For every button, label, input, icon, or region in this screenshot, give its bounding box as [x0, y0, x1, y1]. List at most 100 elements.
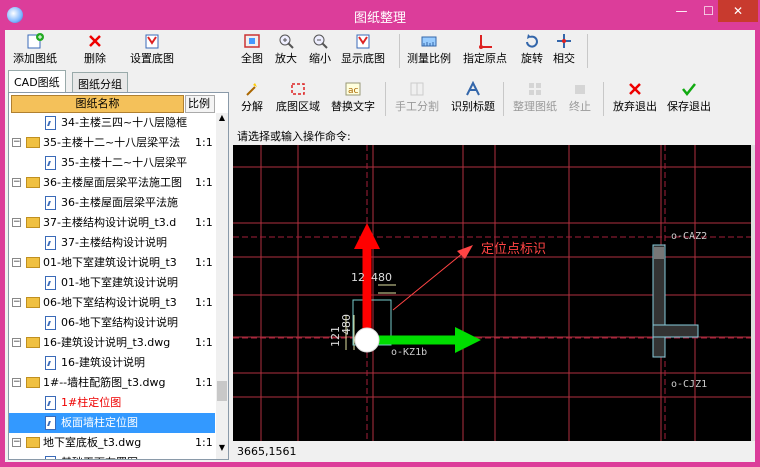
zoom-out-button[interactable]: 缩小 — [305, 30, 335, 70]
tree-item-label: 板面墙柱定位图 — [61, 416, 138, 429]
add-drawing-button[interactable]: 添加图纸 — [7, 30, 63, 70]
tree-folder-row[interactable]: − 35-主楼十二~十八层梁平法 1:1 — [9, 133, 215, 153]
tree-file-row[interactable]: 35-主楼十二~十八层梁平 — [9, 153, 215, 173]
cad-drawing[interactable]: 定位点标识 12 480 121 480 o-KZ1b o-CAZ2 o-CJZ… — [233, 145, 751, 441]
scroll-thumb[interactable] — [217, 381, 227, 401]
zoom-out-label: 缩小 — [309, 52, 331, 65]
tree-file-row[interactable]: 34-主楼三四~十八层隐框 — [9, 113, 215, 133]
collapse-toggle-icon[interactable]: − — [12, 258, 21, 267]
stop-button[interactable]: 终止 — [565, 78, 595, 118]
explode-button[interactable]: 分解 — [237, 78, 267, 118]
application-window: 图纸整理 — ☐ ✕ 添加图纸 删除 设置底图 CAD图纸 图纸分组 图纸名称 … — [0, 0, 760, 467]
tree-file-row[interactable]: 板面墙柱定位图 — [9, 413, 215, 433]
drawing-file-icon — [45, 156, 56, 170]
tree-item-scale: 1:1 — [195, 296, 213, 309]
stop-label: 终止 — [569, 100, 591, 113]
column-caz2-foot — [652, 324, 699, 338]
tree-item-label: 06-地下室结构设计说明_t3 — [43, 296, 177, 309]
view-toolbar: 全图 放大 缩小 显示底图 测量比例 指定原点 旋转 相交 — [233, 30, 755, 70]
folder-icon — [26, 177, 40, 188]
folder-icon — [26, 337, 40, 348]
base-region-button[interactable]: 底图区域 — [271, 78, 325, 118]
discard-exit-button[interactable]: 放弃退出 — [609, 78, 661, 118]
coordinate-readout: 3665,1561 — [237, 445, 297, 458]
organize-drawings-label: 整理图纸 — [513, 100, 557, 113]
drawing-file-icon — [45, 196, 56, 210]
collapse-toggle-icon[interactable]: − — [12, 378, 21, 387]
tree-scrollbar[interactable]: ▲ ▼ — [216, 113, 228, 459]
canvas-scrollbar[interactable] — [751, 145, 755, 441]
tree-item-label: 16-建筑设计说明_t3.dwg — [43, 336, 171, 349]
column-label-cjz1: o-CJZ1 — [671, 379, 707, 390]
collapse-toggle-icon[interactable]: − — [12, 218, 21, 227]
drawing-file-icon — [45, 456, 56, 459]
delete-button[interactable]: 删除 — [75, 30, 115, 70]
tree-file-row[interactable]: 37-主楼结构设计说明 — [9, 233, 215, 253]
tree-folder-row[interactable]: − 16-建筑设计说明_t3.dwg 1:1 — [9, 333, 215, 353]
collapse-toggle-icon[interactable]: − — [12, 298, 21, 307]
tree-file-row[interactable]: 基础平面布置图 — [9, 453, 215, 459]
measure-scale-button[interactable]: 测量比例 — [403, 30, 455, 70]
dim-top-b: 480 — [371, 271, 392, 284]
full-view-button[interactable]: 全图 — [237, 30, 267, 70]
title-bar[interactable]: 图纸整理 — ☐ ✕ — [0, 0, 760, 30]
tree-file-row[interactable]: 36-主楼屋面层梁平法施 — [9, 193, 215, 213]
locator-label: 定位点标识 — [481, 242, 546, 257]
rotate-icon — [523, 33, 541, 49]
collapse-toggle-icon[interactable]: − — [12, 438, 21, 447]
cad-canvas[interactable]: 定位点标识 12 480 121 480 o-KZ1b o-CAZ2 o-CJZ… — [233, 145, 751, 441]
manual-split-button[interactable]: 手工分割 — [391, 78, 443, 118]
zoom-in-button[interactable]: 放大 — [271, 30, 301, 70]
add-drawing-icon — [26, 33, 44, 49]
discard-exit-label: 放弃退出 — [613, 100, 657, 113]
scroll-up-arrow-icon[interactable]: ▲ — [216, 113, 228, 125]
tree-item-label: 36-主楼屋面层梁平法施 — [61, 196, 178, 209]
tree-item-label: 37-主楼结构设计说明_t3.d — [43, 216, 177, 229]
minimize-button[interactable]: — — [668, 0, 695, 22]
tree-folder-row[interactable]: − 01-地下室建筑设计说明_t3 1:1 — [9, 253, 215, 273]
base-region-icon — [289, 81, 307, 97]
scroll-down-arrow-icon[interactable]: ▼ — [216, 443, 228, 455]
intersect-label: 相交 — [553, 52, 575, 65]
tree-item-label: 16-建筑设计说明 — [61, 356, 145, 369]
column-label-caz2: o-CAZ2 — [671, 231, 707, 242]
tree-item-scale: 1:1 — [195, 376, 213, 389]
tree-file-row[interactable]: 01-地下室建筑设计说明 — [9, 273, 215, 293]
base-region-label: 底图区域 — [276, 100, 320, 113]
close-button[interactable]: ✕ — [718, 0, 758, 22]
tab-cad-drawings[interactable]: CAD图纸 — [8, 70, 66, 92]
tree-file-row[interactable]: 06-地下室结构设计说明 — [9, 313, 215, 333]
collapse-toggle-icon[interactable]: − — [12, 338, 21, 347]
drawing-file-icon — [45, 316, 56, 330]
dim-side-b: 480 — [340, 314, 353, 335]
collapse-toggle-icon[interactable]: − — [12, 138, 21, 147]
tab-drawing-groups[interactable]: 图纸分组 — [72, 72, 128, 92]
column-header-scale[interactable]: 比例 — [185, 95, 215, 113]
tree-folder-row[interactable]: − 36-主楼屋面层梁平法施工图 1:1 — [9, 173, 215, 193]
tree-folder-row[interactable]: − 1#--墙柱配筋图_t3.dwg 1:1 — [9, 373, 215, 393]
left-toolbar: 添加图纸 删除 设置底图 — [5, 30, 232, 70]
tree-folder-row[interactable]: − 06-地下室结构设计说明_t3 1:1 — [9, 293, 215, 313]
toolbar-separator — [587, 34, 588, 68]
show-base-button[interactable]: 显示底图 — [337, 30, 389, 70]
set-origin-button[interactable]: 指定原点 — [459, 30, 511, 70]
explode-label: 分解 — [241, 100, 263, 113]
save-exit-icon — [680, 81, 698, 97]
show-base-icon — [354, 33, 372, 49]
window-title: 图纸整理 — [353, 11, 406, 26]
set-base-drawing-button[interactable]: 设置底图 — [125, 30, 179, 70]
recognize-title-button[interactable]: 识别标题 — [447, 78, 499, 118]
tree-file-row[interactable]: 1#柱定位图 — [9, 393, 215, 413]
tree-item-label: 基础平面布置图 — [61, 453, 193, 459]
rotate-button[interactable]: 旋转 — [517, 30, 547, 70]
replace-text-button[interactable]: ac 替换文字 — [327, 78, 379, 118]
tree-file-row[interactable]: 16-建筑设计说明 — [9, 353, 215, 373]
collapse-toggle-icon[interactable]: − — [12, 178, 21, 187]
column-header-name[interactable]: 图纸名称 — [11, 95, 184, 113]
tree-folder-row[interactable]: − 37-主楼结构设计说明_t3.d 1:1 — [9, 213, 215, 233]
organize-drawings-button[interactable]: 整理图纸 — [509, 78, 561, 118]
toolbar-separator — [399, 34, 400, 68]
intersect-button[interactable]: 相交 — [549, 30, 579, 70]
tree-folder-row[interactable]: − 地下室底板_t3.dwg 1:1 — [9, 433, 215, 453]
save-exit-button[interactable]: 保存退出 — [663, 78, 715, 118]
